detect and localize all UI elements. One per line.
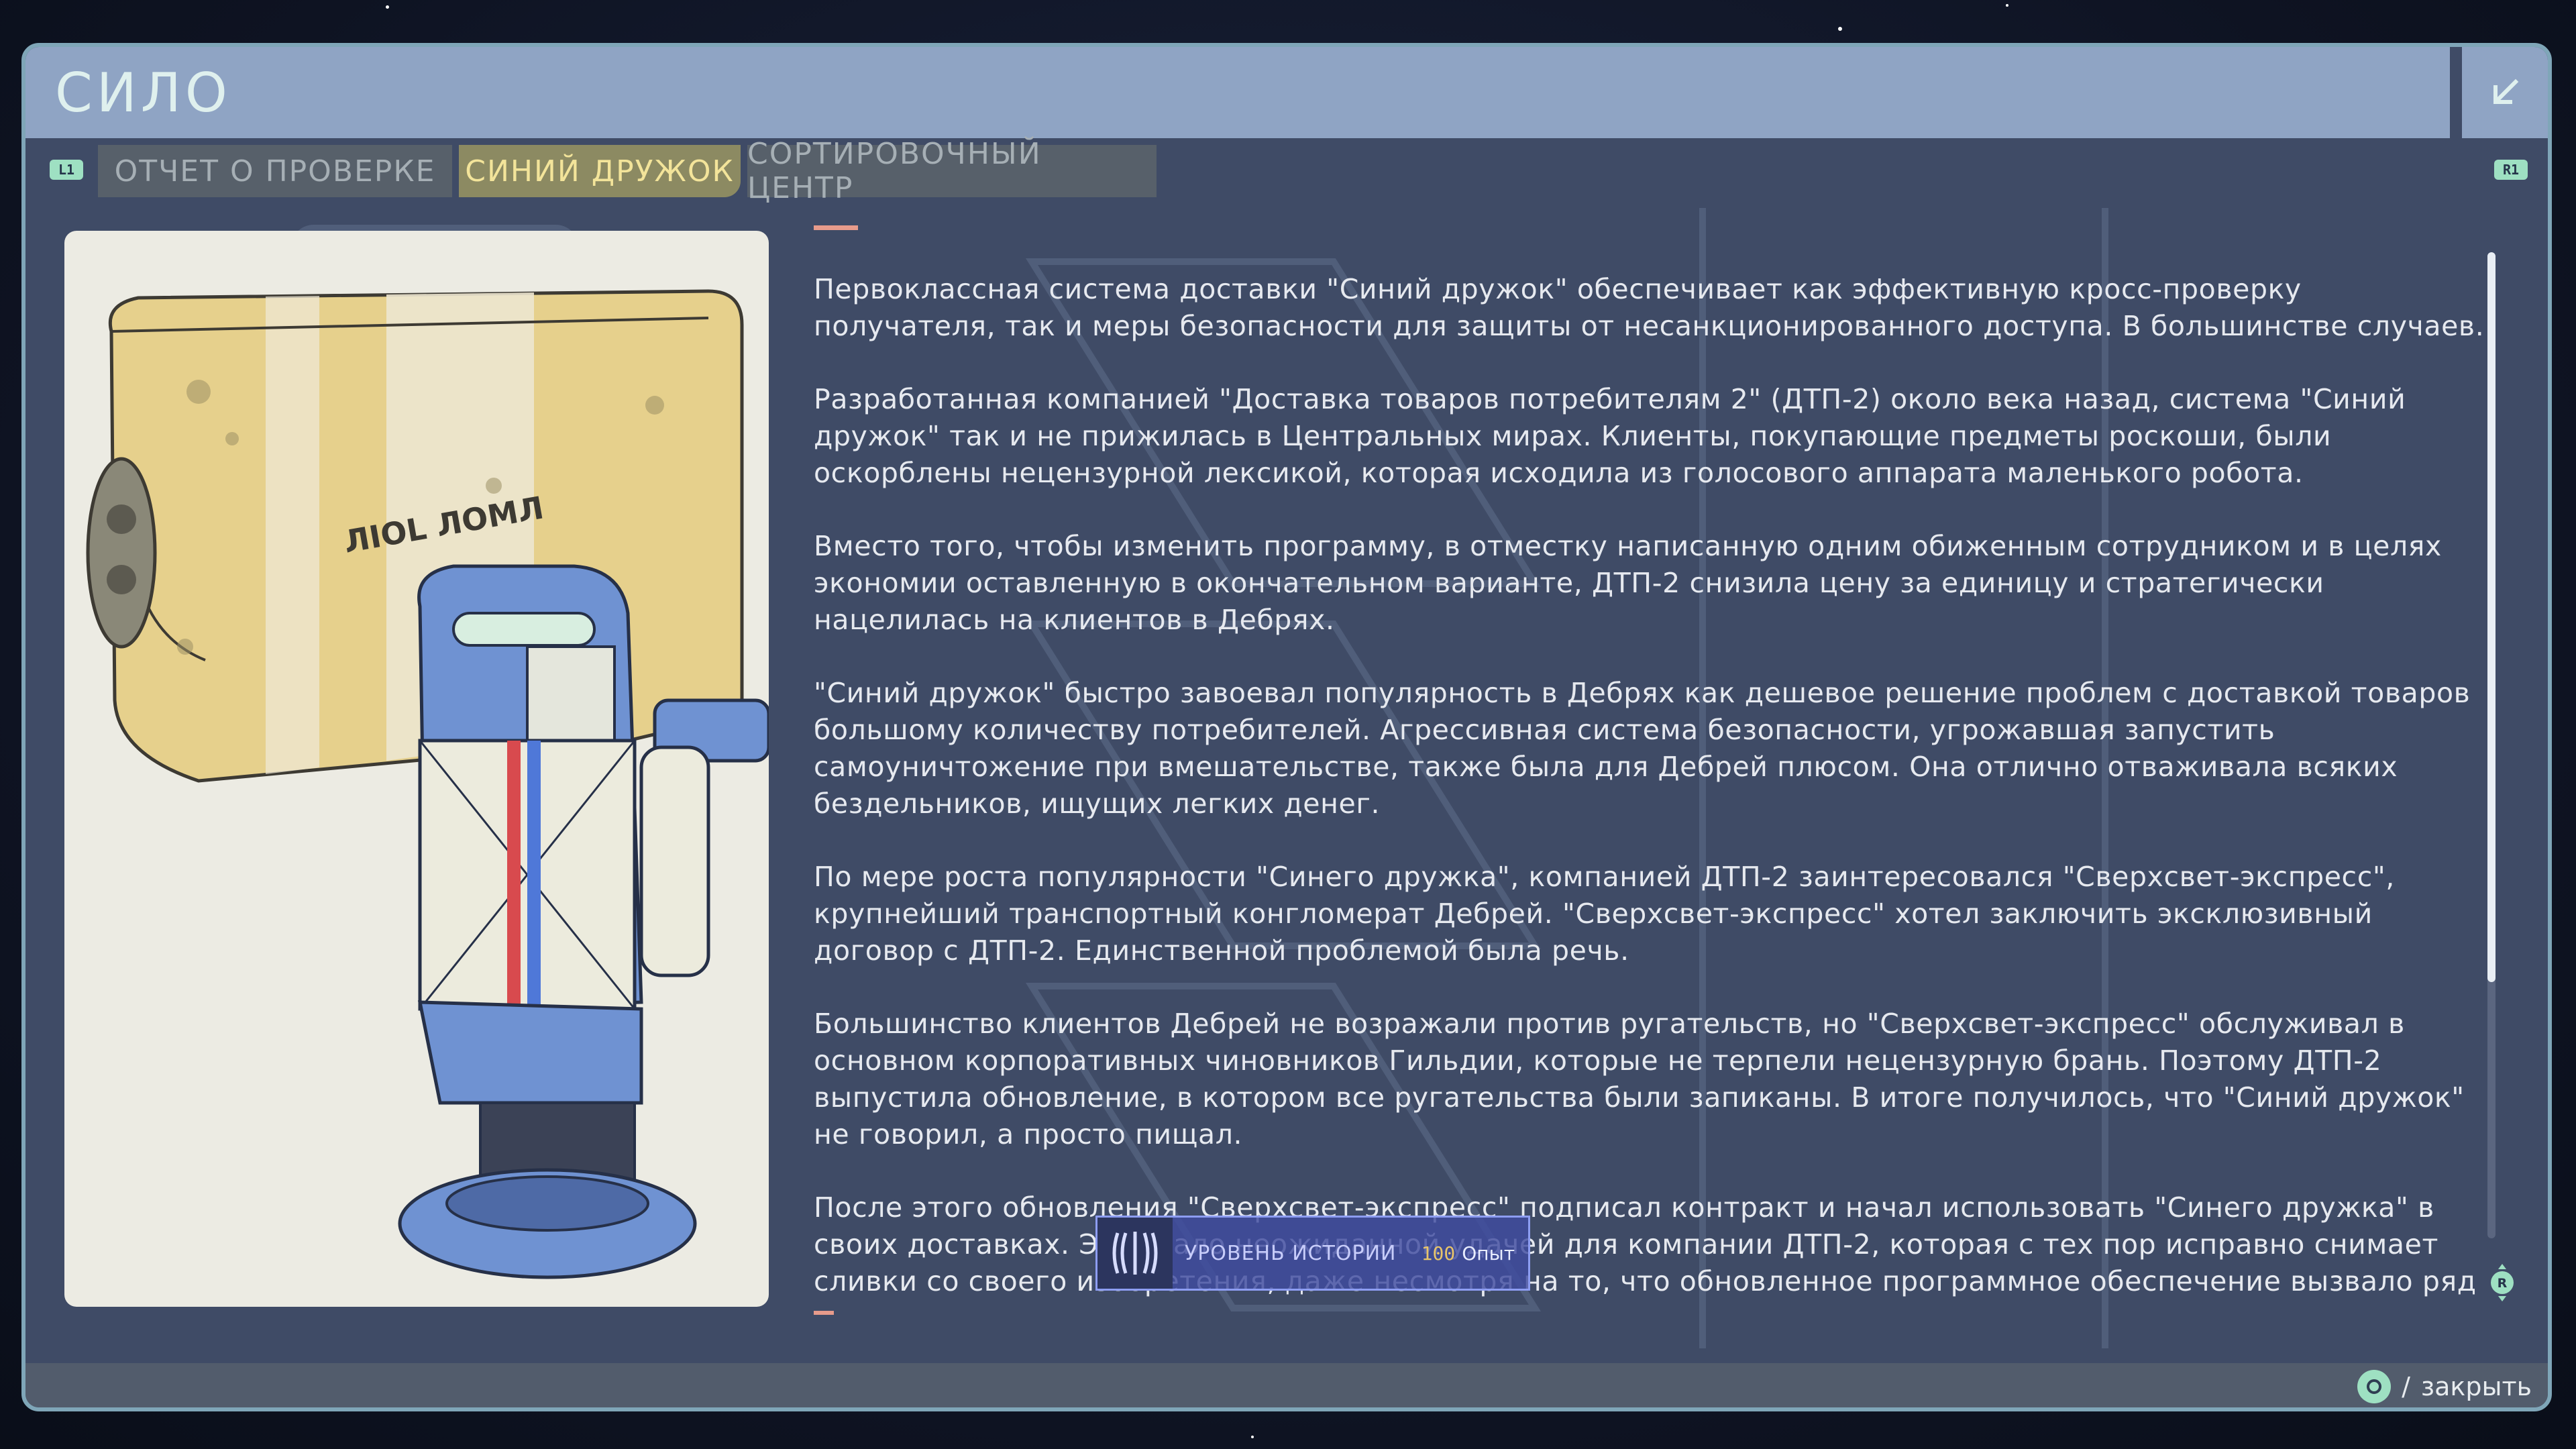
tab-sorting-center[interactable]: СОРТИРОВОЧНЫЙ ЦЕНТР (747, 137, 1157, 205)
article-body: Первоклассная система доставки "Синий др… (814, 271, 2491, 1307)
article-paragraph: По мере роста популярности "Синего дружк… (814, 861, 2395, 967)
star (1251, 1436, 1254, 1438)
history-level-icon (1097, 1218, 1173, 1289)
close-label: закрыть (2420, 1372, 2532, 1401)
text-top-accent (814, 225, 858, 230)
title-bar: СИЛО (25, 47, 2450, 138)
article-paragraph: Вместо того, чтобы изменить программу, в… (814, 530, 2442, 636)
page-title: СИЛО (55, 61, 231, 124)
article-paragraph: "Синий дружок" быстро завоевал популярно… (814, 677, 2471, 820)
article-paragraph: Разработанная компанией "Доставка товаро… (814, 383, 2406, 489)
close-hint[interactable]: / закрыть (2357, 1370, 2532, 1403)
right-stick-label: R (2498, 1276, 2508, 1291)
star (1838, 27, 1842, 31)
star (386, 5, 389, 9)
footer-bar: / закрыть (25, 1363, 2548, 1407)
robot-illustration: ЛIOL ЛОМЛ (64, 231, 769, 1307)
arrow-down-left-icon (2493, 78, 2519, 104)
circle-button-icon (2357, 1370, 2392, 1403)
r1-button-hint[interactable]: R1 (2494, 160, 2528, 180)
tab-bar: L1 ОТЧЕТ О ПРОВЕРКЕ СИНИЙ ДРУЖОК СОРТИРО… (25, 137, 2548, 205)
tab-blue-buddy[interactable]: СИНИЙ ДРУЖОК (459, 145, 741, 197)
text-bottom-accent (814, 1311, 834, 1315)
delivery-robot-image: ЛIOL ЛОМЛ (86, 289, 769, 1279)
collapse-button[interactable] (2457, 47, 2548, 138)
xp-value: 100 (1421, 1242, 1456, 1265)
star (2006, 4, 2008, 7)
scrollbar[interactable] (2487, 252, 2496, 1238)
xp-amount: 100 Опыт (1421, 1242, 1515, 1265)
right-stick-icon: R (2491, 1264, 2514, 1301)
l1-button-hint[interactable]: L1 (50, 160, 83, 180)
article-paragraph: Большинство клиентов Дебрей не возражали… (814, 1008, 2465, 1150)
codex-window: СИЛО L1 ОТЧЕТ О ПРОВЕРКЕ СИНИЙ ДРУЖОК СО… (21, 43, 2552, 1411)
toast-title: УРОВЕНЬ ИСТОРИИ (1185, 1241, 1397, 1265)
right-stick-hint[interactable]: R (2482, 1263, 2522, 1303)
article-paragraph: Первоклассная система доставки "Синий др… (814, 273, 2485, 342)
scrollbar-thumb[interactable] (2487, 252, 2496, 982)
cargo-crate: ЛIOL ЛОМЛ (86, 289, 744, 783)
tab-inspection-report[interactable]: ОТЧЕТ О ПРОВЕРКЕ (98, 145, 452, 197)
close-separator: / (2402, 1372, 2410, 1401)
xp-unit: Опыт (1462, 1242, 1515, 1265)
xp-notification: УРОВЕНЬ ИСТОРИИ 100 Опыт (1095, 1216, 1530, 1291)
article-paragraph: После этого обновления "Сверхсвет-экспре… (814, 1191, 2477, 1307)
